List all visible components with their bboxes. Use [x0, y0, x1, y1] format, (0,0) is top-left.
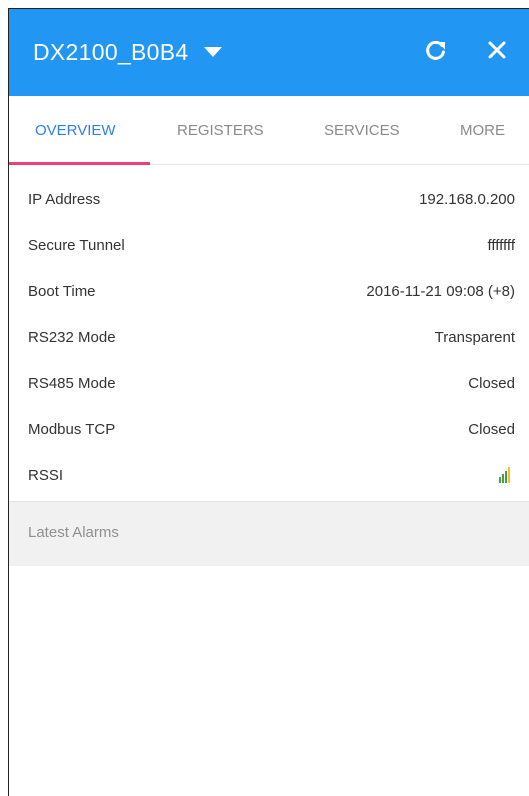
signal-bar [499, 477, 501, 483]
signal-bar [505, 471, 507, 483]
ip-address-row: IP Address 192.168.0.200 [9, 171, 529, 217]
boot-time-value: 2016-11-21 09:08 (+8) [366, 283, 515, 300]
rs485-mode-row: RS485 Mode Closed [9, 355, 529, 401]
ip-address-value: 192.168.0.200 [419, 191, 515, 208]
boot-time-label: Boot Time [28, 283, 96, 300]
secure-tunnel-value: fffffff [487, 237, 515, 254]
rs485-mode-value: Closed [468, 375, 515, 392]
rssi-row: RSSI [9, 447, 529, 493]
refresh-icon[interactable] [424, 38, 448, 62]
panel-header: DX2100_B0B4 [9, 9, 529, 96]
rs232-mode-label: RS232 Mode [28, 329, 116, 346]
tab-overview[interactable]: OVERVIEW [35, 122, 116, 139]
modbus-tcp-label: Modbus TCP [28, 421, 116, 438]
close-icon[interactable] [485, 38, 509, 62]
tab-bar: OVERVIEW REGISTERS SERVICES MORE [9, 96, 529, 165]
secure-tunnel-label: Secure Tunnel [28, 237, 125, 254]
secure-tunnel-row: Secure Tunnel fffffff [9, 217, 529, 263]
rs485-mode-label: RS485 Mode [28, 375, 116, 392]
tab-services[interactable]: SERVICES [324, 122, 400, 139]
overview-list: IP Address 192.168.0.200 Secure Tunnel f… [9, 165, 529, 493]
latest-alarms-label: Latest Alarms [28, 524, 119, 541]
rs232-mode-row: RS232 Mode Transparent [9, 309, 529, 355]
device-title[interactable]: DX2100_B0B4 [33, 39, 188, 66]
ip-address-label: IP Address [28, 191, 101, 208]
modbus-tcp-row: Modbus TCP Closed [9, 401, 529, 447]
modbus-tcp-value: Closed [468, 421, 515, 438]
tab-registers[interactable]: REGISTERS [177, 122, 264, 139]
device-panel: DX2100_B0B4 OVERVIEW REGISTERS SERVICES … [8, 8, 529, 796]
caret-down-icon[interactable] [204, 47, 222, 57]
active-tab-indicator [9, 162, 150, 165]
signal-strength-icon [499, 467, 515, 483]
signal-bar [508, 467, 510, 483]
tab-more[interactable]: MORE [460, 122, 505, 139]
rssi-label: RSSI [28, 467, 64, 484]
boot-time-row: Boot Time 2016-11-21 09:08 (+8) [9, 263, 529, 309]
signal-bar [502, 474, 504, 483]
latest-alarms-section: Latest Alarms [9, 501, 529, 566]
rs232-mode-value: Transparent [434, 329, 515, 346]
